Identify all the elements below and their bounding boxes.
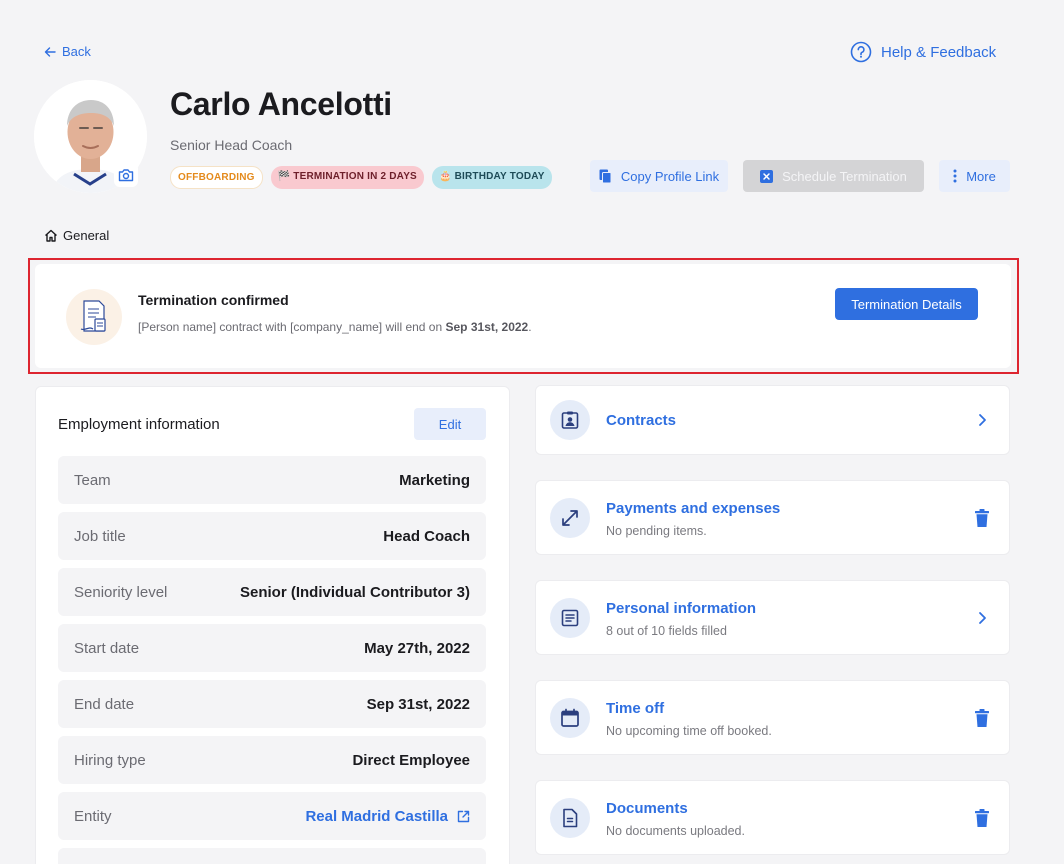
termination-details-button[interactable]: Termination Details xyxy=(835,288,978,320)
info-label: Team xyxy=(74,471,111,489)
documents-subtitle: No documents uploaded. xyxy=(606,824,745,838)
change-photo-button[interactable] xyxy=(114,163,138,187)
time-off-subtitle: No upcoming time off booked. xyxy=(606,724,772,738)
question-circle-icon xyxy=(850,41,872,63)
more-vertical-icon xyxy=(953,169,957,183)
trash-icon[interactable] xyxy=(970,506,994,530)
back-link[interactable]: Back xyxy=(44,44,91,59)
info-row-team: Team Marketing xyxy=(58,456,486,504)
arrow-left-icon xyxy=(44,46,56,57)
file-icon xyxy=(550,798,590,838)
camera-icon xyxy=(118,169,134,182)
copy-icon xyxy=(599,169,612,183)
copy-profile-link-label: Copy Profile Link xyxy=(620,168,720,184)
info-row-end-date: End date Sep 31st, 2022 xyxy=(58,680,486,728)
chevron-right-icon[interactable] xyxy=(970,408,994,432)
payments-subtitle: No pending items. xyxy=(606,524,707,538)
alert-message-end: . xyxy=(528,320,532,334)
info-value: Direct Employee xyxy=(352,751,470,769)
help-feedback-link[interactable]: Help & Feedback xyxy=(850,41,996,63)
calendar-icon xyxy=(550,698,590,738)
info-value: Senior (Individual Contributor 3) xyxy=(240,583,470,601)
info-row-job-title: Job title Head Coach xyxy=(58,512,486,560)
alert-title: Termination confirmed xyxy=(138,292,289,308)
info-value: Sep 31st, 2022 xyxy=(366,695,470,713)
help-label: Help & Feedback xyxy=(881,43,997,61)
info-row-more xyxy=(58,848,486,864)
info-row-hiring-type: Hiring type Direct Employee xyxy=(58,736,486,784)
birthday-badge: 🎂 BIRTHDAY TODAY xyxy=(431,166,552,189)
time-off-card[interactable] xyxy=(535,680,1010,755)
personal-info-title: Personal information xyxy=(606,600,757,617)
alert-message-text: [Person name] contract with [company_nam… xyxy=(138,320,446,334)
id-badge-icon xyxy=(550,400,590,440)
info-value: Marketing xyxy=(399,471,470,489)
termination-countdown-badge: 🏁 TERMINATION IN 2 DAYS xyxy=(270,166,424,189)
edit-employment-button[interactable]: Edit xyxy=(414,408,486,440)
home-icon xyxy=(45,229,57,242)
trash-icon[interactable] xyxy=(970,806,994,830)
external-link-icon xyxy=(457,810,470,822)
info-label: Hiring type xyxy=(74,751,146,769)
info-label: Seniority level xyxy=(74,583,168,601)
copy-profile-link-button[interactable]: Copy Profile Link xyxy=(590,160,728,192)
entity-link-label: Real Madrid Castilla xyxy=(305,807,448,825)
info-label: Entity xyxy=(74,807,112,825)
payments-title: Payments and expenses xyxy=(606,500,781,517)
info-label: Start date xyxy=(74,639,140,657)
schedule-termination-button[interactable]: Schedule Termination xyxy=(743,160,924,192)
termination-icon xyxy=(66,289,122,345)
info-label: End date xyxy=(74,695,135,713)
more-label: More xyxy=(966,168,996,184)
more-button[interactable]: More xyxy=(939,160,1010,192)
profile-role: Senior Head Coach xyxy=(170,137,293,153)
entity-link[interactable]: Real Madrid Castilla xyxy=(305,808,470,825)
documents-title: Documents xyxy=(606,800,688,817)
documents-card[interactable] xyxy=(535,780,1010,855)
offboarding-badge: OFFBOARDING xyxy=(170,166,263,189)
arrows-diagonal-icon xyxy=(550,498,590,538)
info-row-entity: Entity Real Madrid Castilla xyxy=(58,792,486,840)
info-row-seniority: Seniority level Senior (Individual Contr… xyxy=(58,568,486,616)
alert-message: [Person name] contract with [company_nam… xyxy=(138,320,532,334)
status-badges: OFFBOARDING 🏁 TERMINATION IN 2 DAYS 🎂 BI… xyxy=(170,166,552,189)
breadcrumb-general: General xyxy=(63,228,110,243)
back-label: Back xyxy=(62,44,91,59)
trash-icon[interactable] xyxy=(970,706,994,730)
contracts-title: Contracts xyxy=(606,412,677,429)
info-row-start-date: Start date May 27th, 2022 xyxy=(58,624,486,672)
info-value: May 27th, 2022 xyxy=(364,639,470,657)
personal-info-card[interactable] xyxy=(535,580,1010,655)
document-lines-icon xyxy=(550,598,590,638)
breadcrumb[interactable]: General xyxy=(44,228,109,243)
profile-name: Carlo Ancelotti xyxy=(170,86,392,122)
employment-info-title: Employment information xyxy=(58,416,220,433)
schedule-termination-label: Schedule Termination xyxy=(782,168,907,184)
info-label: Job title xyxy=(74,527,126,545)
time-off-title: Time off xyxy=(606,700,665,717)
close-square-icon xyxy=(760,169,774,183)
chevron-right-icon[interactable] xyxy=(970,606,994,630)
personal-info-subtitle: 8 out of 10 fields filled xyxy=(606,624,727,638)
info-value: Head Coach xyxy=(383,527,470,545)
payments-card[interactable] xyxy=(535,480,1010,555)
alert-message-date: Sep 31st, 2022 xyxy=(445,320,529,334)
